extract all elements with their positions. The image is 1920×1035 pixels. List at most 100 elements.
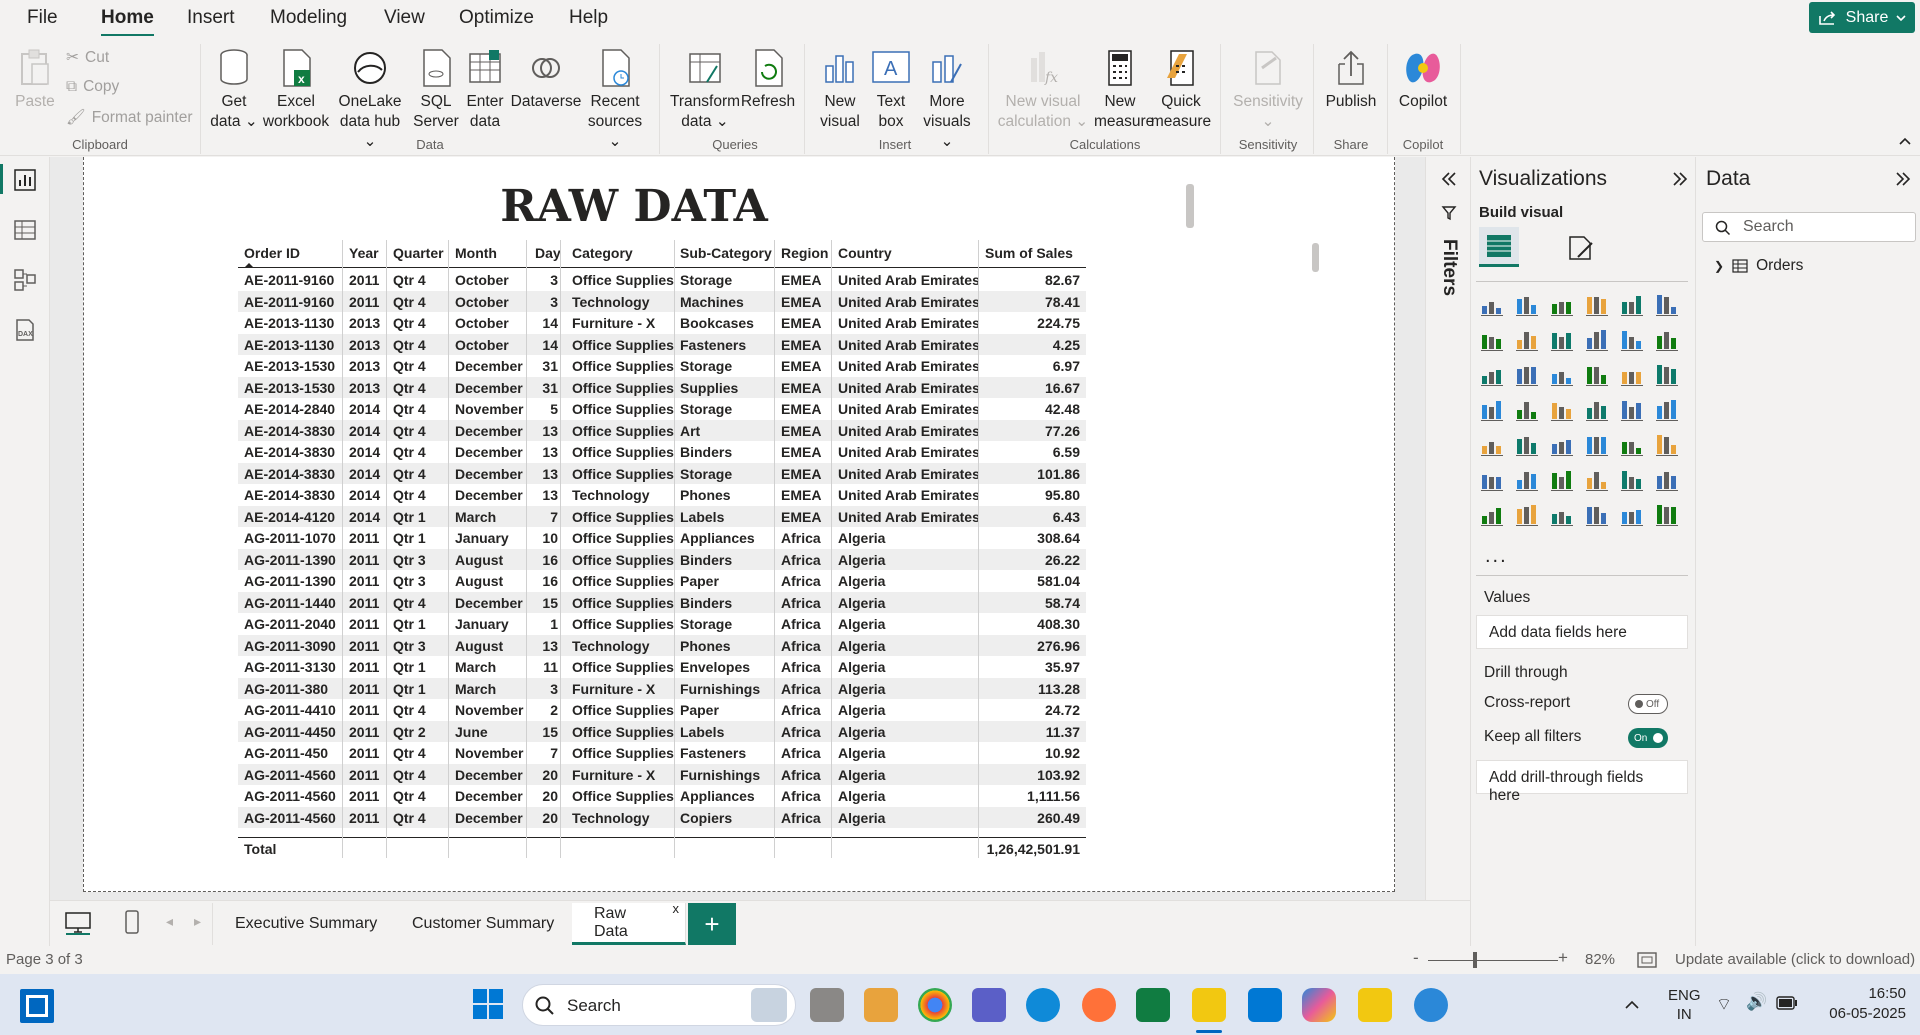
menu-insert[interactable]: Insert — [187, 7, 235, 29]
donut-chart-icon[interactable] — [1619, 361, 1645, 387]
get-data-button[interactable]: Get data ⌄ — [208, 48, 260, 132]
zoom-in-button[interactable]: + — [1558, 948, 1568, 968]
table-row[interactable]: AE-2014-3830 2014 Qtr 4 December 13 Office Su… — [238, 462, 1086, 484]
report-icon[interactable] — [1479, 501, 1505, 527]
scatter-icon[interactable] — [1549, 361, 1575, 387]
copilot-button[interactable]: Copilot — [1394, 48, 1452, 112]
firefox-icon[interactable] — [1082, 988, 1116, 1022]
table-row[interactable]: AG-2011-1070 2011 Qtr 1 January 10 Office Sup… — [238, 527, 1086, 549]
table-row[interactable]: AG-2011-4560 2011 Qtr 4 December 20 Office Su… — [238, 785, 1086, 807]
publish-button[interactable]: Publish — [1322, 48, 1380, 112]
desktop-layout-icon[interactable] — [64, 911, 92, 935]
map-icon[interactable] — [1479, 396, 1505, 422]
card-icon[interactable] — [1619, 396, 1645, 422]
table-row[interactable]: AE-2013-1530 2013 Qtr 4 December 31 Office Su… — [238, 376, 1086, 398]
task-view-icon[interactable] — [810, 988, 844, 1022]
table-row[interactable]: AE-2013-1530 2013 Qtr 4 December 31 Office Su… — [238, 355, 1086, 377]
copilot-taskbar-icon[interactable] — [1302, 988, 1336, 1022]
table-row[interactable]: AE-2014-4120 2014 Qtr 1 March 7 Office Suppli… — [238, 505, 1086, 527]
table-row[interactable]: AG-2011-4450 2011 Qtr 2 June 15 Office Suppli… — [238, 720, 1086, 742]
next-page-icon[interactable]: ▸ — [194, 913, 201, 930]
key-influencers-icon[interactable] — [1479, 466, 1505, 492]
paste-button[interactable]: Paste — [12, 48, 58, 112]
table-row[interactable]: AE-2014-3830 2014 Qtr 4 December 13 Office Su… — [238, 441, 1086, 463]
notepad-icon[interactable] — [1248, 988, 1282, 1022]
teams-icon[interactable] — [972, 988, 1006, 1022]
windows-start-icon[interactable] — [472, 988, 504, 1020]
tab-executive-summary[interactable]: Executive Summary — [212, 903, 401, 945]
excel-workbook-button[interactable]: x Excel workbook — [262, 48, 330, 132]
clustered-column-icon[interactable] — [1584, 291, 1610, 317]
text-box-button[interactable]: A Text box — [868, 48, 914, 132]
qa-icon[interactable] — [1549, 466, 1575, 492]
new-visual-button[interactable]: New visual — [816, 48, 864, 132]
share-button[interactable]: Share — [1809, 2, 1915, 33]
table-row[interactable]: AG-2011-3130 2011 Qtr 1 March 11 Office Suppl… — [238, 656, 1086, 678]
table-row[interactable]: AE-2014-2840 2014 Qtr 4 November 5 Office Sup… — [238, 398, 1086, 420]
area-chart-icon[interactable] — [1514, 326, 1540, 352]
chevron-up-icon[interactable] — [1624, 998, 1640, 1010]
ribbon-chart-icon[interactable] — [1584, 326, 1610, 352]
power-automate-icon[interactable] — [1584, 501, 1610, 527]
power-apps-icon[interactable] — [1549, 501, 1575, 527]
menu-help[interactable]: Help — [569, 7, 608, 29]
gauge-icon[interactable] — [1584, 396, 1610, 422]
quick-measure-button[interactable]: Quick measure — [1150, 48, 1212, 132]
build-visual-tab[interactable] — [1479, 227, 1519, 267]
system-clock[interactable]: 16:50 06-05-2025 — [1818, 984, 1906, 1024]
dataverse-button[interactable]: Dataverse — [510, 48, 582, 112]
table-row[interactable]: AG-2011-4560 2011 Qtr 4 December 20 Furniture… — [238, 763, 1086, 785]
decomposition-tree-icon[interactable] — [1514, 466, 1540, 492]
table-row[interactable]: AG-2011-380 2011 Qtr 1 March 3 Furniture - X F… — [238, 677, 1086, 699]
volume-icon[interactable]: 🔊 — [1746, 992, 1767, 1012]
add-page-button[interactable]: + — [688, 903, 736, 945]
file-explorer-icon[interactable] — [1358, 988, 1392, 1022]
dax-query-view-icon[interactable]: DAX — [12, 317, 38, 343]
chevron-double-left-icon[interactable] — [1440, 171, 1458, 187]
table-row[interactable]: AG-2011-1440 2011 Qtr 4 December 15 Office Su… — [238, 591, 1086, 613]
column-header[interactable]: Category — [572, 245, 633, 261]
table-row[interactable]: AE-2013-1130 2013 Qtr 4 October 14 Furniture … — [238, 312, 1086, 334]
tab-customer-summary[interactable]: Customer Summary — [390, 903, 578, 945]
chevron-visual-icon[interactable] — [1654, 501, 1680, 527]
table-row[interactable]: AG-2011-1390 2011 Qtr 3 August 16 Office Supp… — [238, 548, 1086, 570]
azure-map-icon[interactable] — [1549, 396, 1575, 422]
column-header[interactable]: Quarter — [393, 245, 444, 261]
column-header[interactable]: Region — [781, 245, 828, 261]
menu-modeling[interactable]: Modeling — [270, 7, 347, 29]
model-view-icon[interactable] — [12, 267, 38, 293]
column-header[interactable]: Year — [349, 245, 379, 261]
table-row[interactable]: AE-2014-3830 2014 Qtr 4 December 13 Technolog… — [238, 484, 1086, 506]
table-row[interactable]: AE-2011-9160 2011 Qtr 4 October 3 Office Supp… — [238, 269, 1086, 291]
wifi-icon[interactable]: ⌔ — [1716, 994, 1732, 1015]
zoom-slider-thumb[interactable] — [1473, 952, 1477, 968]
100-column-icon[interactable] — [1654, 291, 1680, 317]
column-header[interactable]: Month — [455, 245, 497, 261]
battery-icon[interactable] — [1776, 996, 1798, 1010]
sensitivity-button[interactable]: Sensitivity ⌄ — [1226, 48, 1310, 132]
tab-raw-data[interactable]: Raw Data x — [572, 901, 686, 945]
table-view-icon[interactable] — [12, 217, 38, 243]
column-header[interactable]: Day — [535, 245, 561, 261]
edge-icon[interactable] — [1026, 988, 1060, 1022]
100-bar-icon[interactable] — [1619, 291, 1645, 317]
cross-report-toggle[interactable]: Off — [1628, 694, 1668, 714]
line-chart-icon[interactable] — [1479, 326, 1505, 352]
recent-sources-button[interactable]: Recent sources ⌄ — [584, 48, 646, 152]
taskbar-search[interactable]: Search — [522, 984, 796, 1026]
drill-through-field-well[interactable]: Add drill-through fields here — [1476, 760, 1688, 804]
enter-data-button[interactable]: Enter data — [462, 48, 508, 132]
new-visual-calculation-button[interactable]: fx New visual calculation ⌄ — [996, 48, 1090, 132]
values-field-well[interactable]: Add data fields here — [1476, 615, 1688, 649]
table-scrollbar[interactable] — [1312, 243, 1319, 272]
menu-view[interactable]: View — [384, 7, 425, 29]
table-row[interactable]: AG-2011-4410 2011 Qtr 4 November 2 Office Sup… — [238, 699, 1086, 721]
matrix-icon[interactable] — [1584, 431, 1610, 457]
funnel-chart-icon[interactable] — [1514, 361, 1540, 387]
diamond-icon[interactable] — [1619, 501, 1645, 527]
excel-taskbar-icon[interactable] — [1136, 988, 1170, 1022]
table-item-orders[interactable]: ❯ Orders — [1714, 257, 1803, 275]
narrative-icon[interactable] — [1584, 466, 1610, 492]
r-visual-icon[interactable] — [1619, 431, 1645, 457]
table-row[interactable]: AG-2011-450 2011 Qtr 4 November 7 Office Supp… — [238, 742, 1086, 764]
